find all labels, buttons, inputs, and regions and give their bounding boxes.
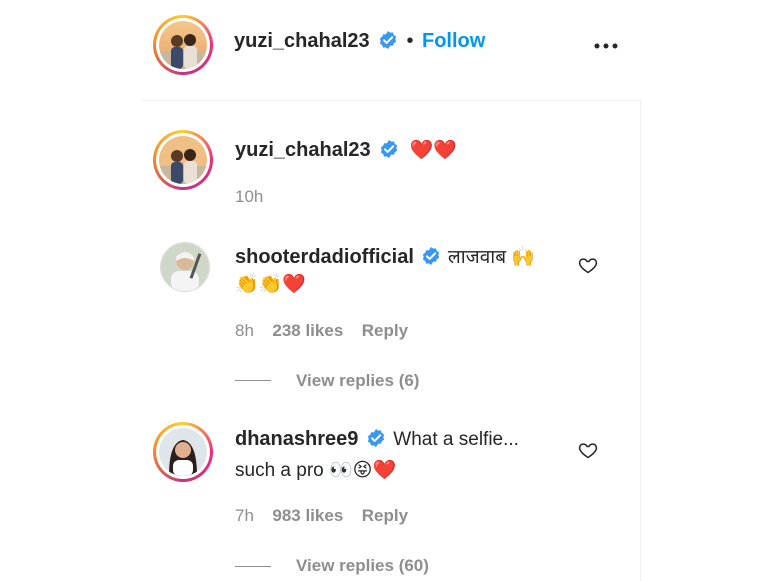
comment-1-reply-button[interactable]: Reply [362, 321, 408, 340]
header-user-row: yuzi_chahal23 • Follow [234, 30, 485, 55]
comment-2-meta: 7h 983 likes Reply [235, 506, 408, 526]
comment-2-text-line2: such a pro 👀😝❤️ [235, 460, 397, 481]
like-heart-icon[interactable] [578, 255, 598, 280]
comment-1-row: shooterdadiofficial लाजवाब 🙌 [235, 243, 535, 271]
caption-username[interactable]: yuzi_chahal23 [235, 139, 371, 161]
comment-2-reply-button[interactable]: Reply [362, 506, 408, 525]
view-replies-line [235, 566, 271, 567]
caption-time: 10h [235, 187, 264, 206]
header-divider [142, 100, 641, 101]
comment-avatar-dhanashree9[interactable] [153, 422, 213, 482]
like-heart-icon[interactable] [578, 440, 598, 465]
comment-2-time: 7h [235, 506, 254, 525]
comment-1-text-line2: 👏👏❤️ [235, 274, 306, 295]
header-separator: • [406, 30, 414, 52]
panel-right-border [640, 100, 641, 581]
comment-2-row: dhanashree9 What a selfie... [235, 428, 519, 453]
comment-1-likes[interactable]: 238 likes [272, 321, 343, 340]
comment-1-meta: 8h 238 likes Reply [235, 321, 408, 341]
view-replies-line [235, 380, 271, 381]
comment-1-text-line1: लाजवाब 🙌 [447, 247, 535, 268]
header-avatar[interactable] [153, 15, 213, 75]
comment-1-time: 8h [235, 321, 254, 340]
verified-badge-icon [379, 139, 399, 164]
caption-row: yuzi_chahal23 ❤️❤️ [235, 138, 457, 164]
verified-badge-icon [421, 246, 441, 271]
comment-2-likes[interactable]: 983 likes [272, 506, 343, 525]
comment-2-view-replies[interactable]: View replies (60) [296, 556, 429, 576]
comment-avatar-shooterdadiofficial[interactable] [160, 242, 210, 292]
verified-badge-icon [378, 30, 398, 55]
comment-2-text-line1: What a selfie... [393, 429, 519, 450]
caption-avatar[interactable] [153, 130, 213, 190]
follow-button[interactable]: Follow [422, 30, 485, 52]
caption-text: ❤️❤️ [409, 140, 457, 161]
verified-badge-icon [366, 428, 386, 453]
comment-1-view-replies[interactable]: View replies (6) [296, 371, 419, 391]
comment-2-username[interactable]: dhanashree9 [235, 428, 358, 450]
more-options-icon[interactable] [594, 38, 618, 54]
header-username[interactable]: yuzi_chahal23 [234, 30, 370, 52]
comment-1-username[interactable]: shooterdadiofficial [235, 246, 414, 268]
